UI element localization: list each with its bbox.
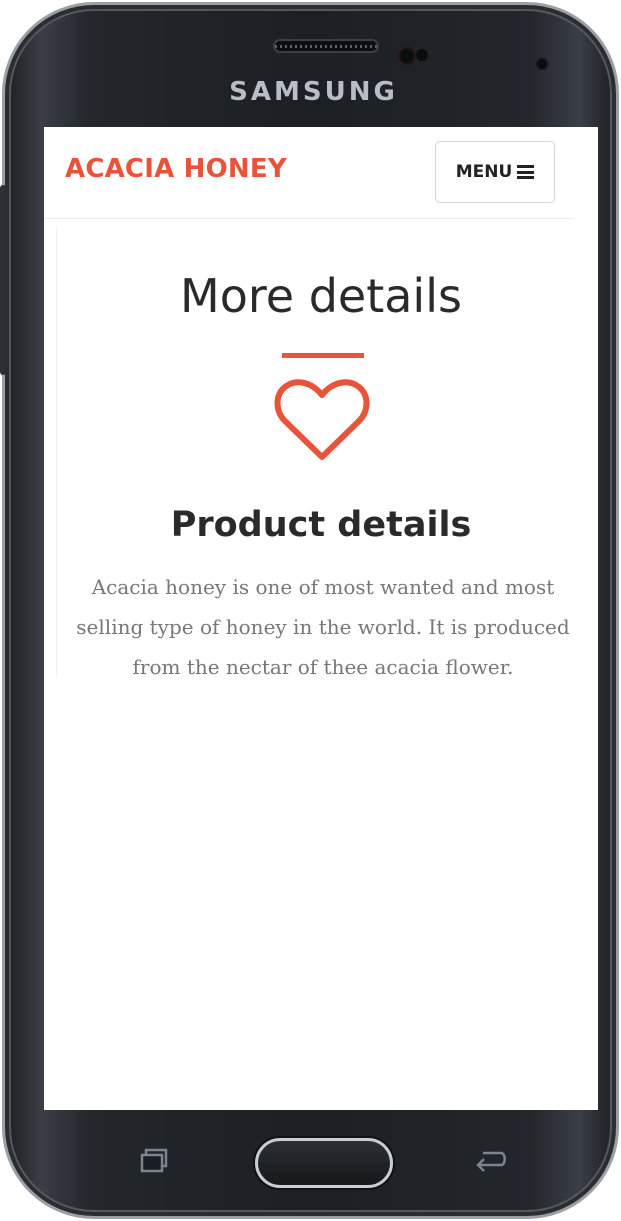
feature-title: Product details [170,505,472,545]
front-camera [535,57,549,71]
recent-apps-icon[interactable] [139,1147,169,1173]
section-title: More details [180,269,462,323]
menu-label: MENU [455,162,513,182]
heart-icon [274,379,370,460]
menu-button[interactable]: MENU [435,141,555,203]
volume-button [0,185,6,375]
title-underline [282,353,364,358]
site-title-link[interactable]: ACACIA HONEY [65,154,287,184]
light-sensor [416,49,428,61]
device-brand-logo: SAMSUNG [229,77,398,107]
site-navbar: ACACIA HONEY MENU [44,127,574,219]
phone-frame: SAMSUNG ACACIA HONEY MENU More details P… [0,2,619,1219]
earpiece-speaker [275,41,377,51]
hamburger-icon [517,165,535,179]
feature-description: Acacia honey is one of most wanted and m… [76,575,570,679]
phone-screen: ACACIA HONEY MENU More details Product d… [44,127,598,1110]
home-button[interactable] [255,1138,393,1188]
proximity-sensor [398,47,416,65]
back-icon[interactable] [473,1147,509,1173]
